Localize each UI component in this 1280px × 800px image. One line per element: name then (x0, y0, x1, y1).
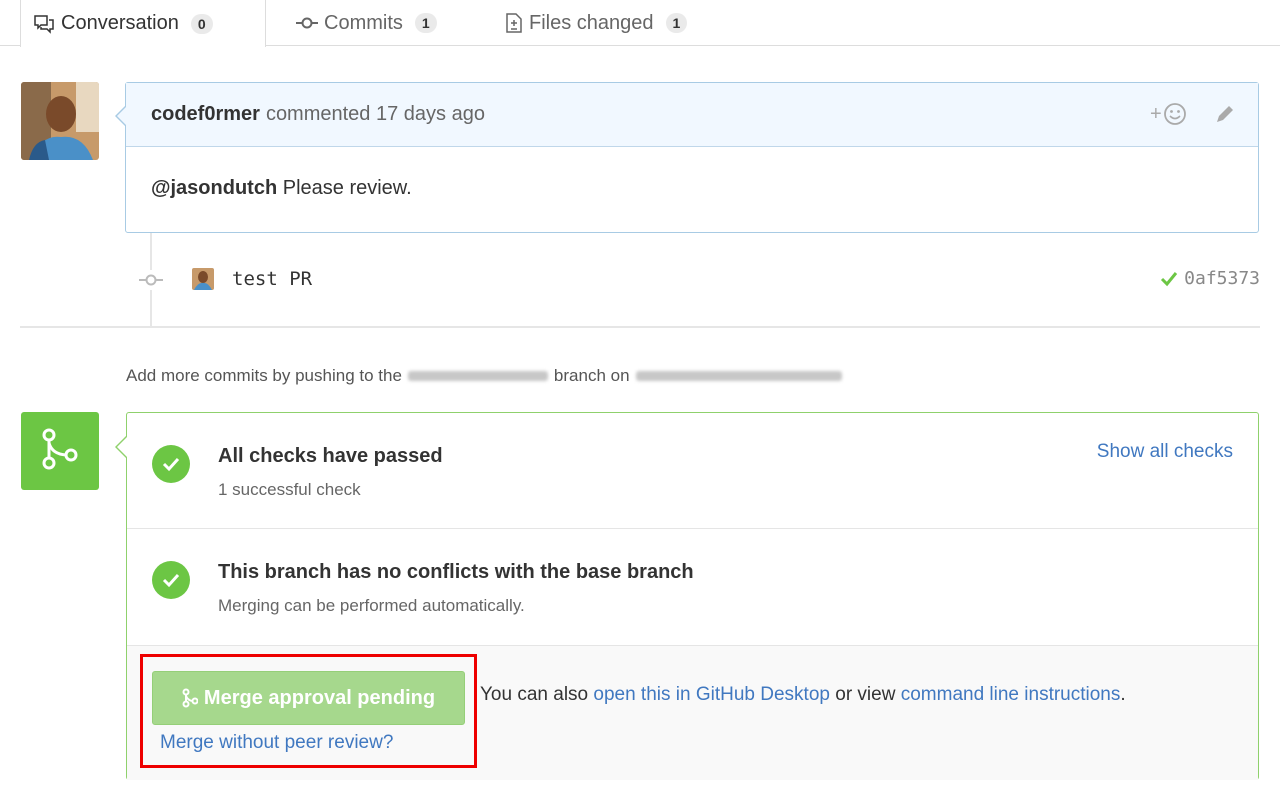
add-reaction-icon[interactable]: + (1150, 101, 1190, 133)
check-circle-icon (152, 445, 190, 483)
merge-alternatives: You can also open this in GitHub Desktop… (480, 684, 1126, 706)
comment-body: @jasondutch Please review. (126, 147, 1258, 230)
merge-action-section: Merge approval pending Merge without pee… (127, 646, 1258, 780)
push-info-middle: branch on (553, 366, 630, 385)
checks-subtitle: 1 successful check (218, 480, 361, 499)
comment-discussion-icon (33, 14, 55, 34)
tab-label: Commits (324, 11, 403, 34)
redacted-branch-name (407, 371, 548, 381)
tab-count: 0 (190, 13, 213, 34)
conflicts-subtitle: Merging can be performed automatically. (218, 596, 525, 615)
check-icon[interactable] (1160, 271, 1178, 287)
tab-label: Conversation (61, 12, 179, 34)
also-prefix: You can also (480, 684, 589, 705)
show-all-checks-link[interactable]: Show all checks (1097, 441, 1233, 463)
tab-count: 1 (665, 13, 688, 33)
avatar[interactable] (21, 82, 99, 160)
commit-author-avatar[interactable] (192, 268, 214, 290)
comment-actions: + (1150, 101, 1236, 133)
tab-files-changed[interactable]: Files changed 1 (505, 0, 688, 46)
merge-box: All checks have passed 1 successful chec… (115, 412, 1259, 780)
comment-text: Please review. (282, 177, 412, 199)
commit-sha-group: 0af5373 (1160, 268, 1260, 289)
comment-header: codef0rmer commented 17 days ago + (126, 83, 1258, 147)
push-info: Add more commits by pushing to the branc… (126, 366, 848, 386)
merge-without-review-link[interactable]: Merge without peer review? (160, 732, 393, 754)
redacted-repo-name (635, 371, 842, 381)
commit-sha[interactable]: 0af5373 (1184, 268, 1260, 289)
conflicts-section: This branch has no conflicts with the ba… (127, 529, 1258, 646)
pencil-icon[interactable] (1214, 103, 1236, 131)
command-line-link[interactable]: command line instructions (901, 684, 1121, 705)
or-view-text: or view (835, 684, 896, 705)
comment-meta[interactable]: commented 17 days ago (266, 103, 485, 126)
commit-item: test PR 0af5373 (136, 262, 1260, 298)
tab-commits[interactable]: Commits 1 (296, 0, 437, 46)
conflicts-title: This branch has no conflicts with the ba… (218, 561, 694, 583)
user-mention[interactable]: @jasondutch (151, 177, 277, 199)
merge-status-badge (21, 412, 99, 490)
open-desktop-link[interactable]: open this in GitHub Desktop (593, 684, 830, 705)
timeline-divider (20, 326, 1260, 328)
pr-tabs: Conversation 0 Commits 1 Files changed 1 (0, 0, 1280, 47)
git-commit-icon (296, 16, 318, 30)
push-info-prefix: Add more commits by pushing to the (126, 366, 402, 385)
comment-box: codef0rmer commented 17 days ago + @jaso… (115, 82, 1259, 233)
tab-label: Files changed (529, 11, 654, 34)
checks-section: All checks have passed 1 successful chec… (127, 413, 1258, 529)
merge-button[interactable]: Merge approval pending (152, 671, 465, 725)
git-merge-icon (182, 688, 198, 708)
git-merge-icon (40, 427, 80, 476)
check-circle-icon (152, 561, 190, 599)
tab-conversation[interactable]: Conversation 0 (20, 0, 266, 47)
svg-text:+: + (1150, 103, 1162, 125)
tab-count: 1 (414, 13, 437, 33)
checks-title: All checks have passed (218, 445, 443, 467)
commit-message[interactable]: test PR (232, 268, 312, 290)
comment-author[interactable]: codef0rmer (151, 103, 260, 126)
git-commit-icon (136, 270, 166, 290)
period: . (1120, 684, 1126, 705)
diff-icon (505, 12, 523, 34)
merge-button-label: Merge approval pending (203, 686, 436, 709)
